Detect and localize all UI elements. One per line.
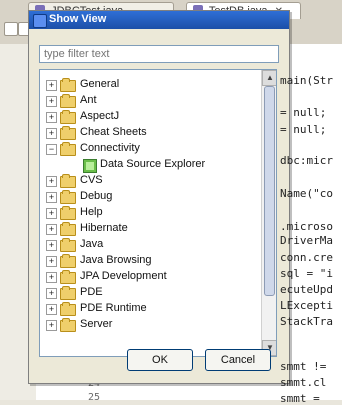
- tree-item-label: Help: [80, 206, 103, 218]
- tree-item[interactable]: + Ant: [40, 92, 262, 110]
- tree-item-label: AspectJ: [80, 110, 120, 122]
- tree-item-label: Server: [80, 318, 113, 330]
- scroll-thumb[interactable]: [264, 86, 275, 296]
- tree-item-label: Data Source Explorer: [100, 158, 206, 170]
- folder-icon: [60, 238, 76, 252]
- view-tree[interactable]: + Server + PDE Runtime + PDE + JPA Development +…: [39, 69, 277, 357]
- tree-item-label: Cheat Sheets: [80, 126, 147, 138]
- expand-icon[interactable]: +: [46, 192, 57, 203]
- code-line: smmt.cl: [280, 376, 327, 389]
- folder-icon: [60, 254, 76, 268]
- folder-icon: [60, 126, 76, 140]
- tree-item[interactable]: + Java: [40, 236, 262, 254]
- code-line: smmt !=: [280, 360, 327, 373]
- tree-item[interactable]: + Debug: [40, 188, 262, 206]
- scroll-up-icon[interactable]: ▲: [262, 70, 276, 86]
- code-line: ecuteUpd: [280, 283, 333, 296]
- folder-icon: [60, 94, 76, 108]
- code-line: sql = "i: [280, 267, 333, 280]
- expand-icon[interactable]: +: [46, 96, 57, 107]
- cancel-button[interactable]: Cancel: [205, 349, 271, 371]
- tree-item-label: General: [80, 78, 120, 90]
- expand-icon[interactable]: +: [46, 208, 57, 219]
- data-source-explorer-icon: [83, 159, 97, 173]
- tree-item-label: JPA Development: [80, 270, 167, 282]
- dialog-titlebar[interactable]: Show View: [29, 11, 289, 29]
- folder-icon: [60, 190, 76, 204]
- expand-icon[interactable]: +: [46, 256, 57, 267]
- dialog-title: Show View: [49, 13, 107, 25]
- collapse-icon[interactable]: −: [46, 144, 57, 155]
- code-line: = null;: [280, 106, 327, 119]
- eclipse-icon: [33, 14, 47, 28]
- tree-item[interactable]: + Help: [40, 204, 262, 222]
- folder-icon: [60, 78, 76, 92]
- code-line: StackTra: [280, 315, 333, 328]
- tree-item[interactable]: + PDE Runtime: [40, 300, 262, 318]
- code-line: dbc:micr: [280, 154, 333, 167]
- expand-icon[interactable]: +: [46, 288, 57, 299]
- code-line: DriverMa: [280, 234, 333, 247]
- code-line: conn.cre: [280, 251, 333, 264]
- code-line: main(Str: [280, 74, 333, 87]
- filter-input[interactable]: [39, 45, 279, 63]
- expand-icon[interactable]: +: [46, 80, 57, 91]
- expand-icon[interactable]: +: [46, 320, 57, 331]
- expand-icon[interactable]: +: [46, 128, 57, 139]
- ok-button[interactable]: OK: [127, 349, 193, 371]
- tree-item[interactable]: + AspectJ: [40, 108, 262, 126]
- tree-item[interactable]: − Connectivity: [40, 140, 262, 158]
- tree-item-label: Ant: [80, 94, 97, 106]
- line-number: 25: [88, 392, 101, 403]
- tree-item-label: CVS: [80, 174, 103, 186]
- folder-icon: [60, 318, 76, 332]
- folder-icon: [60, 222, 76, 236]
- expand-icon[interactable]: +: [46, 112, 57, 123]
- tree-item[interactable]: + CVS: [40, 172, 262, 190]
- expand-icon[interactable]: +: [46, 272, 57, 283]
- code-line: = null;: [280, 123, 327, 136]
- folder-icon: [60, 174, 76, 188]
- tree-item-label: PDE: [80, 286, 103, 298]
- tree-item[interactable]: + JPA Development: [40, 268, 262, 286]
- tree-item[interactable]: + General: [40, 76, 262, 94]
- folder-icon: [60, 286, 76, 300]
- code-line: Name("co: [280, 187, 333, 200]
- expand-icon[interactable]: +: [46, 176, 57, 187]
- tree-item[interactable]: + Server: [40, 316, 262, 334]
- code-line: LExcepti: [280, 299, 333, 312]
- tree-item-label: Hibernate: [80, 222, 128, 234]
- tree-item[interactable]: + Cheat Sheets: [40, 124, 262, 142]
- code-line: .microso: [280, 220, 333, 233]
- minimize-button[interactable]: [4, 22, 18, 36]
- tree-child-item[interactable]: Data Source Explorer: [40, 156, 262, 174]
- tree-item[interactable]: + Hibernate: [40, 220, 262, 238]
- tree-item[interactable]: + Java Browsing: [40, 252, 262, 270]
- folder-icon: [60, 206, 76, 220]
- expand-icon[interactable]: +: [46, 304, 57, 315]
- folder-icon: [60, 270, 76, 284]
- tree-scrollbar[interactable]: ▲ ▼: [261, 70, 276, 356]
- code-line: smmt =: [280, 392, 320, 405]
- show-view-dialog: Show View + Server + PDE Runtime + PDE + JPA De…: [28, 10, 290, 384]
- tree-item-label: Debug: [80, 190, 113, 202]
- folder-icon: [60, 110, 76, 124]
- tree-item[interactable]: + PDE: [40, 284, 262, 302]
- tree-item-label: Java Browsing: [80, 254, 152, 266]
- tree-item-label: PDE Runtime: [80, 302, 147, 314]
- tree-item-label: Java: [80, 238, 104, 250]
- folder-icon: [60, 302, 76, 316]
- expand-icon[interactable]: +: [46, 240, 57, 251]
- folder-icon: [60, 142, 76, 156]
- tree-item-label: Connectivity: [80, 142, 140, 154]
- expand-icon[interactable]: +: [46, 224, 57, 235]
